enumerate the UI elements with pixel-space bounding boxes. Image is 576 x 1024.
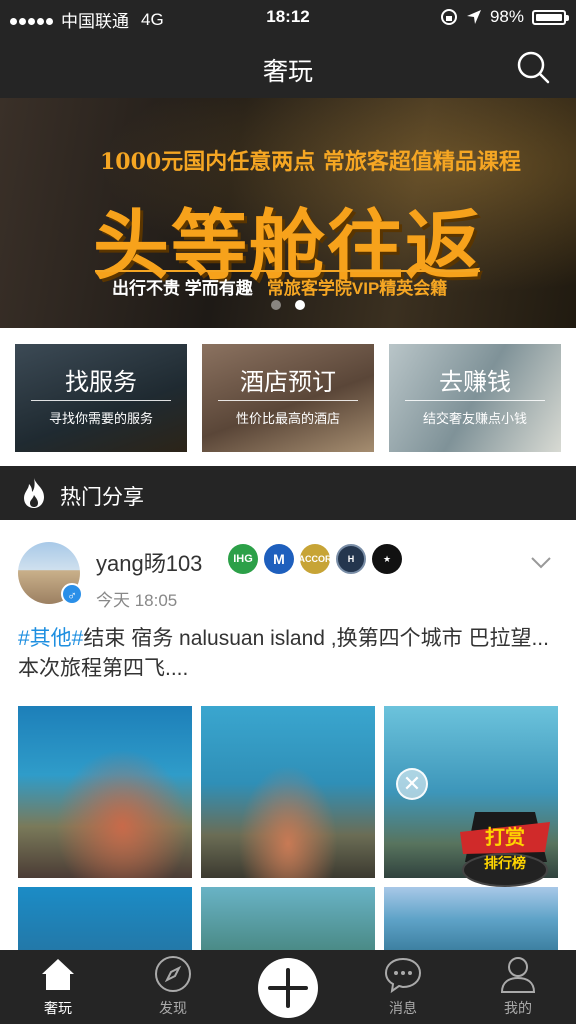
star-badge-icon: ★ bbox=[372, 544, 402, 574]
male-icon: ♂ bbox=[61, 583, 83, 605]
post-time: 今天 18:05 bbox=[96, 591, 178, 610]
banner-divider bbox=[95, 270, 480, 272]
category-divider bbox=[405, 400, 545, 401]
section-title: 热门分享 bbox=[60, 486, 144, 509]
hilton-badge-icon: H bbox=[336, 544, 366, 574]
category-title: 找服务 bbox=[65, 369, 137, 396]
plus-icon bbox=[268, 968, 308, 1008]
category-find-service[interactable]: 找服务 寻找你需要的服务 bbox=[15, 344, 187, 452]
category-divider bbox=[31, 400, 171, 401]
category-subtitle: 结交奢友赚点小钱 bbox=[422, 411, 527, 426]
reward-label: 打赏 bbox=[485, 825, 525, 849]
search-icon[interactable] bbox=[516, 50, 550, 84]
banner-subline: 出行不贵 学而有趣 常旅客学院VIP精英会籍 bbox=[112, 274, 447, 299]
compass-icon bbox=[155, 956, 191, 992]
post-photo[interactable] bbox=[201, 706, 375, 878]
tab-discover[interactable]: 发现 bbox=[133, 954, 213, 1018]
post-photo[interactable] bbox=[18, 706, 192, 878]
category-title: 去赚钱 bbox=[439, 369, 511, 396]
category-earn-money[interactable]: 去赚钱 结交奢友赚点小钱 bbox=[389, 344, 561, 452]
category-hotel-booking[interactable]: 酒店预订 性价比最高的酒店 bbox=[202, 344, 374, 452]
banner-pager bbox=[0, 300, 576, 310]
marriott-badge-icon: M bbox=[264, 544, 294, 574]
page-title: 奢玩 bbox=[262, 58, 313, 86]
message-icon bbox=[384, 957, 422, 994]
tab-label: 消息 bbox=[389, 1000, 417, 1016]
reward-sublabel: 排行榜 bbox=[484, 855, 526, 871]
tab-home[interactable]: 奢玩 bbox=[18, 954, 98, 1018]
close-icon[interactable]: ✕ bbox=[396, 768, 428, 800]
category-subtitle: 寻找你需要的服务 bbox=[48, 411, 153, 426]
tab-label: 我的 bbox=[504, 1000, 532, 1016]
post-body: 结束 宿务 nalusuan island ,换第四个城市 巴拉望...本次旅程… bbox=[18, 627, 549, 680]
pager-dot[interactable] bbox=[271, 300, 281, 310]
banner-tagline: 1000元国内任意两点 常旅客超值精品课程 bbox=[100, 149, 521, 175]
post-photo[interactable] bbox=[201, 887, 375, 951]
category-divider bbox=[218, 400, 358, 401]
post-username[interactable]: yang旸103 bbox=[96, 546, 202, 578]
rotation-lock-icon bbox=[440, 9, 457, 25]
tab-label: 奢玩 bbox=[44, 1000, 72, 1016]
battery-percent: 98% bbox=[489, 7, 524, 26]
category-row: 找服务 寻找你需要的服务 酒店预订 性价比最高的酒店 去赚钱 结交奢友赚点小钱 bbox=[0, 328, 576, 466]
badge-row: IHG M ACCOR H ★ bbox=[228, 544, 402, 574]
tab-messages[interactable]: 消息 bbox=[363, 954, 443, 1018]
tab-label: 发现 bbox=[159, 1000, 187, 1016]
post-text[interactable]: #其他#结束 宿务 nalusuan island ,换第四个城市 巴拉望...… bbox=[18, 624, 558, 684]
category-title: 酒店预订 bbox=[240, 369, 336, 396]
pager-dot-active[interactable] bbox=[295, 300, 305, 310]
nav-bar: 奢玩 bbox=[0, 34, 576, 98]
user-icon bbox=[500, 957, 536, 993]
accor-badge-icon: ACCOR bbox=[299, 544, 332, 574]
chevron-down-icon[interactable] bbox=[530, 556, 552, 570]
home-icon bbox=[42, 959, 74, 990]
fire-icon bbox=[24, 478, 44, 508]
tab-profile[interactable]: 我的 bbox=[478, 954, 558, 1018]
banner-sub-left: 出行不贵 学而有趣 bbox=[112, 279, 253, 298]
category-subtitle: 性价比最高的酒店 bbox=[235, 411, 340, 426]
reward-ranking-button[interactable]: 打赏 排行榜 bbox=[455, 792, 555, 912]
ihg-badge-icon: IHG bbox=[228, 544, 258, 574]
post-photo[interactable] bbox=[18, 887, 192, 951]
post-hashtag[interactable]: #其他# bbox=[18, 627, 83, 650]
battery-icon bbox=[532, 9, 569, 25]
status-bar: 中国联通 4G 18:12 98% bbox=[0, 0, 576, 34]
section-header: 热门分享 bbox=[0, 466, 576, 520]
tab-create-button[interactable] bbox=[258, 958, 318, 1018]
location-icon bbox=[466, 10, 481, 24]
promo-banner[interactable]: 1000元国内任意两点 常旅客超值精品课程 头等舱往返 出行不贵 学而有趣 常旅… bbox=[0, 98, 576, 328]
banner-sub-right: 常旅客学院VIP精英会籍 bbox=[266, 279, 448, 298]
